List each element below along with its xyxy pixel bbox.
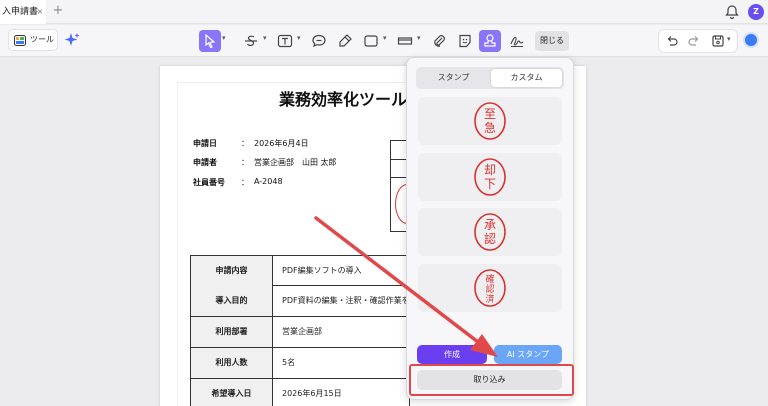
info-value: A-2048 [254, 177, 283, 186]
select-tool[interactable] [199, 30, 221, 52]
ai-sparkle-icon[interactable] [64, 32, 80, 48]
ai-assistant-icon[interactable] [743, 32, 759, 48]
textbox-icon [277, 34, 293, 48]
tools-icon [14, 35, 26, 46]
tools-label: ツール [30, 35, 54, 44]
create-stamp-button[interactable]: 作成 [417, 345, 487, 364]
stamp-rejected-icon: 却下 [474, 158, 506, 196]
stamp-tool[interactable] [479, 30, 501, 52]
table-value-cell: 5名 [282, 358, 296, 367]
tab-custom[interactable]: カスタム [491, 69, 562, 87]
info-value: 営業企画部 山田 太郎 [254, 158, 337, 167]
import-highlight-box [409, 364, 574, 396]
svg-text:却: 却 [484, 163, 496, 177]
table-value-cell: 営業企画部 [282, 327, 322, 336]
stamp-item-rejected[interactable]: 却下 [418, 153, 562, 201]
table-value-cell: PDF資料の編集・注釈・確認作業を効 [282, 296, 407, 305]
close-button[interactable]: 閉じる [535, 31, 569, 51]
stamp-tab-switch: スタンプ カスタム [416, 67, 564, 89]
tab-bar: 入申請書 × + Z [0, 0, 768, 24]
table-header-cell: 申請内容 [191, 256, 273, 286]
info-label: 申請日 [193, 139, 217, 148]
save-icon[interactable] [711, 34, 725, 48]
highlighter-icon [339, 34, 352, 47]
svg-text:承: 承 [484, 218, 496, 232]
chevron-down-icon[interactable]: ▾ [727, 35, 731, 43]
stamp-urgent-icon: 至急 [474, 102, 506, 140]
info-colon: ： [241, 139, 249, 148]
highlighter-tool[interactable] [334, 30, 356, 52]
bell-icon[interactable] [724, 4, 740, 20]
rectangle-icon [364, 35, 378, 47]
signature-icon [510, 36, 524, 47]
shape-tool[interactable] [360, 30, 382, 52]
chevron-down-icon[interactable]: ▾ [263, 34, 267, 42]
sticker-tool[interactable] [454, 30, 476, 52]
comment-tool[interactable] [308, 30, 330, 52]
paperclip-icon [434, 35, 445, 47]
document-title: 業務効率化ツール導 [279, 90, 424, 109]
svg-text:確: 確 [485, 273, 494, 285]
textbox-tool[interactable] [274, 30, 296, 52]
attachment-tool[interactable] [428, 30, 450, 52]
undo-icon[interactable] [665, 34, 679, 48]
table-row: 申請内容 PDF編集ソフトの導入 [190, 255, 410, 286]
table-value-cell: 2026年6月15日 [282, 389, 342, 398]
table-header-cell: 利用部署 [191, 317, 273, 347]
strikethrough-tool[interactable] [240, 30, 262, 52]
svg-text:至: 至 [484, 107, 496, 121]
table-row: 希望導入日 2026年6月15日 [190, 379, 410, 406]
svg-text:認: 認 [484, 231, 496, 246]
stamp-item-confirmed[interactable]: 確認済 [418, 264, 562, 312]
comment-icon [312, 34, 326, 48]
history-group: ▾ [658, 29, 738, 53]
chevron-down-icon[interactable]: ▾ [417, 34, 421, 42]
svg-text:済: 済 [485, 293, 494, 305]
svg-text:認: 認 [485, 283, 494, 295]
stamp-approved-icon: 承認 [474, 213, 506, 251]
chevron-down-icon[interactable]: ▾ [222, 34, 226, 42]
stamp-icon [484, 34, 496, 47]
table-row: 利用人数 5名 [190, 348, 410, 379]
tab-close-icon[interactable]: × [35, 0, 45, 24]
stamp-item-approved[interactable]: 承認 [418, 208, 562, 256]
signature-tool[interactable] [506, 30, 528, 52]
table-header-cell: 利用人数 [191, 348, 273, 378]
stamp-confirmed-icon: 確認済 [474, 269, 506, 307]
info-colon: ： [241, 158, 249, 167]
table-row: 利用部署 営業企画部 [190, 317, 410, 348]
chevron-down-icon[interactable]: ▾ [297, 34, 301, 42]
table-header-cell: 希望導入日 [191, 379, 273, 406]
new-tab-icon[interactable]: + [52, 0, 64, 24]
info-label: 申請者 [193, 158, 217, 167]
redo-icon[interactable] [687, 34, 701, 48]
chevron-down-icon[interactable]: ▾ [383, 34, 387, 42]
info-colon: ： [241, 178, 249, 187]
main-toolbar: ツール ▾ ▾ ▾ ▾ ▾ 閉じる ▾ [0, 25, 768, 57]
ruler-icon [397, 37, 413, 45]
strikethrough-icon [245, 35, 257, 46]
table-value-cell: PDF編集ソフトの導入 [282, 266, 362, 275]
cursor-icon [205, 33, 216, 49]
tab-stamp[interactable]: スタンプ [418, 69, 489, 87]
stamp-item-urgent[interactable]: 至急 [418, 97, 562, 145]
info-value: 2026年6月4日 [254, 139, 309, 148]
table-row: 導入目的 PDF資料の編集・注釈・確認作業を効 [190, 286, 410, 317]
ai-stamp-button[interactable]: AI スタンプ [494, 345, 562, 364]
tab-title: 入申請書 [2, 7, 39, 17]
table-header-cell: 導入目的 [191, 286, 273, 316]
svg-text:急: 急 [484, 120, 496, 135]
info-label: 社員番号 [193, 178, 225, 187]
svg-text:下: 下 [484, 177, 496, 191]
sticker-icon [459, 34, 471, 48]
user-avatar[interactable]: Z [748, 4, 764, 20]
tools-button[interactable]: ツール [8, 29, 58, 51]
measure-tool[interactable] [394, 30, 416, 52]
